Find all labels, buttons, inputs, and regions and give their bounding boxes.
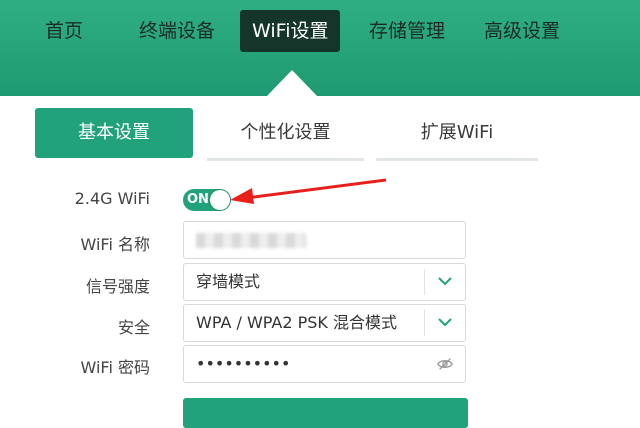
- password-label: WiFi 密码: [80, 358, 151, 377]
- tab-basic-settings[interactable]: 基本设置: [35, 108, 193, 158]
- ssid-input[interactable]: [183, 221, 466, 259]
- password-value: ••••••••••: [196, 354, 291, 373]
- nav-item-wifi-settings[interactable]: WiFi设置: [240, 10, 341, 52]
- signal-strength-select[interactable]: 穿墙模式: [183, 263, 466, 301]
- active-nav-pointer: [266, 70, 318, 97]
- wifi-settings-panel: 基本设置 个性化设置 扩展WiFi 2.4G WiFi ON WiFi 名称 信…: [0, 96, 640, 428]
- tab-personalized-settings[interactable]: 个性化设置: [207, 108, 364, 161]
- security-label: 安全: [117, 318, 150, 337]
- select-divider: [424, 310, 425, 336]
- annotation-arrow-icon: [230, 178, 387, 204]
- security-select[interactable]: WPA / WPA2 PSK 混合模式: [183, 304, 466, 342]
- toggle-state-text: ON: [187, 192, 209, 207]
- nav-item-home[interactable]: 首页: [45, 10, 83, 52]
- signal-strength-label: 信号强度: [85, 277, 150, 296]
- signal-strength-value: 穿墙模式: [196, 272, 261, 291]
- security-value: WPA / WPA2 PSK 混合模式: [196, 313, 397, 332]
- ssid-label: WiFi 名称: [80, 235, 151, 254]
- wifi24-toggle[interactable]: ON: [183, 189, 231, 211]
- main-nav: 首页 终端设备 WiFi设置 存储管理 高级设置: [0, 0, 640, 66]
- save-button[interactable]: [183, 398, 468, 428]
- select-divider: [424, 269, 425, 295]
- password-input[interactable]: ••••••••••: [183, 345, 466, 383]
- eye-off-icon[interactable]: [437, 356, 453, 372]
- ssid-redacted-value: [196, 233, 306, 248]
- chevron-down-icon: [438, 277, 452, 286]
- wifi24-label: 2.4G WiFi: [74, 189, 150, 208]
- nav-item-storage[interactable]: 存储管理: [369, 10, 445, 52]
- tab-extend-wifi[interactable]: 扩展WiFi: [376, 108, 538, 161]
- chevron-down-icon: [438, 318, 452, 327]
- top-navigation-bar: 首页 终端设备 WiFi设置 存储管理 高级设置: [0, 0, 640, 97]
- nav-item-advanced[interactable]: 高级设置: [484, 10, 560, 52]
- nav-item-devices[interactable]: 终端设备: [139, 10, 215, 52]
